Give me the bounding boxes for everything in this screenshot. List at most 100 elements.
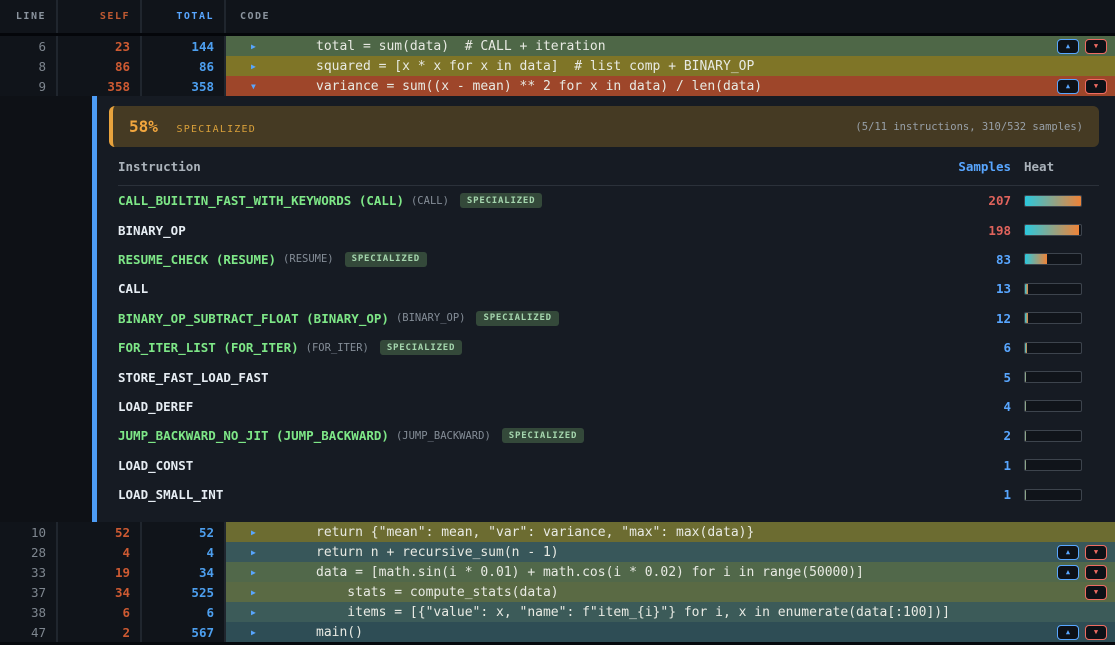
total-samples: 144: [142, 36, 226, 56]
heat-bar: [1024, 371, 1082, 383]
instruction-name-cell: LOAD_DEREF: [118, 399, 941, 414]
base-instruction: (CALL): [411, 195, 449, 207]
sample-count: 83: [941, 252, 1011, 267]
specialized-badge: SPECIALIZED: [502, 428, 584, 443]
heat-cell: [1011, 371, 1099, 383]
expand-chevron-icon[interactable]: ▶: [251, 588, 263, 597]
self-samples: 6: [58, 602, 142, 622]
total-samples: 34: [142, 562, 226, 582]
heat-bar-fill: [1025, 460, 1026, 470]
column-header-line[interactable]: LINE: [0, 0, 58, 33]
instruction-row: RESUME_CHECK (RESUME)(RESUME)SPECIALIZED…: [118, 245, 1099, 274]
total-samples: 4: [142, 542, 226, 562]
jump-up-button[interactable]: ▲: [1057, 79, 1079, 94]
expand-chevron-icon[interactable]: ▶: [251, 42, 263, 51]
jump-up-button[interactable]: ▲: [1057, 545, 1079, 560]
heat-cell: [1011, 312, 1099, 324]
instruction-name-cell: CALL_BUILTIN_FAST_WITH_KEYWORDS (CALL)(C…: [118, 193, 941, 208]
code-text: data = [math.sin(i * 0.01) + math.cos(i …: [316, 565, 1057, 580]
jump-up-button[interactable]: ▲: [1057, 625, 1079, 640]
instruction-name: BINARY_OP_SUBTRACT_FLOAT (BINARY_OP): [118, 311, 389, 326]
nav-buttons: ▼: [1085, 585, 1107, 600]
total-samples: 358: [142, 76, 226, 96]
jump-down-button[interactable]: ▼: [1085, 585, 1107, 600]
expand-chevron-icon[interactable]: ▶: [251, 608, 263, 617]
nav-buttons: ▲▼: [1057, 39, 1107, 54]
self-samples: 19: [58, 562, 142, 582]
line-number: 28: [0, 542, 58, 562]
code-row: 472567▶main()▲▼: [0, 622, 1115, 642]
sample-count: 198: [941, 223, 1011, 238]
table-header: LINE SELF TOTAL CODE: [0, 0, 1115, 36]
instruction-name-cell: FOR_ITER_LIST (FOR_ITER)(FOR_ITER)SPECIA…: [118, 340, 941, 355]
code-row: 623144▶total = sum(data) # CALL + iterat…: [0, 36, 1115, 56]
total-samples: 567: [142, 622, 226, 642]
jump-down-button[interactable]: ▼: [1085, 625, 1107, 640]
instruction-row: LOAD_DEREF4: [118, 392, 1099, 421]
code-text: stats = compute_stats(data): [316, 585, 1085, 600]
column-header-heat[interactable]: Heat: [1011, 159, 1099, 174]
instruction-name: RESUME_CHECK (RESUME): [118, 252, 276, 267]
column-header-total[interactable]: TOTAL: [142, 0, 226, 33]
expand-chevron-icon[interactable]: ▶: [251, 628, 263, 637]
instruction-row: CALL13: [118, 274, 1099, 303]
heat-bar: [1024, 312, 1082, 324]
code-row: 9358358▼variance = sum((x - mean) ** 2 f…: [0, 76, 1115, 96]
collapse-chevron-icon[interactable]: ▼: [251, 82, 263, 91]
code-text: return {"mean": mean, "var": variance, "…: [316, 525, 1107, 540]
column-header-self[interactable]: SELF: [58, 0, 142, 33]
instruction-row: LOAD_CONST1: [118, 451, 1099, 480]
expand-chevron-icon[interactable]: ▶: [251, 62, 263, 71]
sample-count: 12: [941, 311, 1011, 326]
jump-down-button[interactable]: ▼: [1085, 79, 1107, 94]
instruction-name-cell: RESUME_CHECK (RESUME)(RESUME)SPECIALIZED: [118, 252, 941, 267]
code-text: squared = [x * x for x in data] # list c…: [316, 59, 1107, 74]
sample-count: 207: [941, 193, 1011, 208]
instruction-row: JUMP_BACKWARD_NO_JIT (JUMP_BACKWARD)(JUM…: [118, 421, 1099, 450]
instruction-name-cell: LOAD_CONST: [118, 458, 941, 473]
heat-bar-fill: [1025, 284, 1028, 294]
expand-chevron-icon[interactable]: ▶: [251, 528, 263, 537]
heat-cell: [1011, 283, 1099, 295]
jump-up-button[interactable]: ▲: [1057, 565, 1079, 580]
jump-up-button[interactable]: ▲: [1057, 39, 1079, 54]
heat-bar-fill: [1025, 401, 1026, 411]
line-number: 47: [0, 622, 58, 642]
self-samples: 4: [58, 542, 142, 562]
heat-cell: [1011, 400, 1099, 412]
heat-bar: [1024, 195, 1082, 207]
code-row: 88686▶squared = [x * x for x in data] # …: [0, 56, 1115, 76]
column-header-code: CODE: [226, 0, 1115, 33]
heat-cell: [1011, 253, 1099, 265]
code-cell: ▼variance = sum((x - mean) ** 2 for x in…: [226, 76, 1115, 96]
total-samples: 86: [142, 56, 226, 76]
code-text: return n + recursive_sum(n - 1): [316, 545, 1057, 560]
code-cell: ▶total = sum(data) # CALL + iteration▲▼: [226, 36, 1115, 56]
panel-content: 58% SPECIALIZED (5/11 instructions, 310/…: [97, 96, 1115, 522]
nav-buttons: ▲▼: [1057, 565, 1107, 580]
line-number: 6: [0, 36, 58, 56]
expand-chevron-icon[interactable]: ▶: [251, 548, 263, 557]
line-number: 8: [0, 56, 58, 76]
line-number: 10: [0, 522, 58, 542]
jump-down-button[interactable]: ▼: [1085, 545, 1107, 560]
expanded-line-panel: 58% SPECIALIZED (5/11 instructions, 310/…: [0, 96, 1115, 522]
instruction-name-cell: CALL: [118, 281, 941, 296]
code-rows-top: 623144▶total = sum(data) # CALL + iterat…: [0, 36, 1115, 96]
column-header-instruction[interactable]: Instruction: [118, 159, 941, 174]
instruction-table-header: Instruction Samples Heat: [118, 147, 1099, 185]
expand-chevron-icon[interactable]: ▶: [251, 568, 263, 577]
heat-bar: [1024, 283, 1082, 295]
column-header-samples[interactable]: Samples: [941, 159, 1011, 174]
instruction-name: BINARY_OP: [118, 223, 186, 238]
code-text: items = [{"value": x, "name": f"item_{i}…: [316, 605, 1107, 620]
jump-down-button[interactable]: ▼: [1085, 565, 1107, 580]
heat-cell: [1011, 342, 1099, 354]
instruction-row: STORE_FAST_LOAD_FAST5: [118, 362, 1099, 391]
specialized-badge: SPECIALIZED: [476, 311, 558, 326]
instruction-name-cell: BINARY_OP_SUBTRACT_FLOAT (BINARY_OP)(BIN…: [118, 311, 941, 326]
code-row: 2844▶return n + recursive_sum(n - 1)▲▼: [0, 542, 1115, 562]
jump-down-button[interactable]: ▼: [1085, 39, 1107, 54]
sample-count: 2: [941, 428, 1011, 443]
base-instruction: (FOR_ITER): [306, 342, 369, 354]
